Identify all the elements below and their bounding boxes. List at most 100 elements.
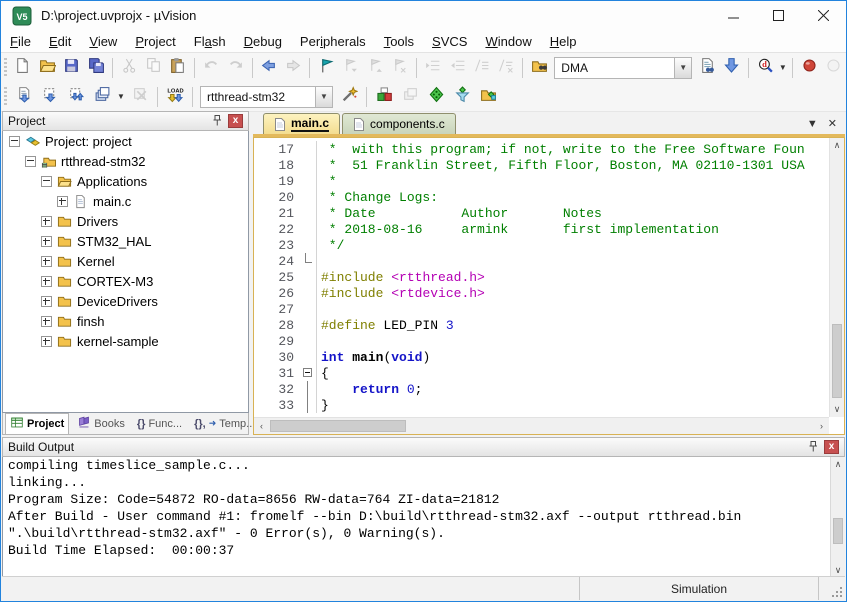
code-line-27[interactable]: 27 bbox=[254, 301, 829, 317]
menu-flash[interactable]: Flash bbox=[185, 32, 235, 51]
menu-window[interactable]: Window bbox=[476, 32, 540, 51]
manage-rte-button[interactable] bbox=[476, 85, 500, 109]
combo-dropdown-icon[interactable]: ▼ bbox=[674, 58, 691, 78]
manage-project-items-button[interactable] bbox=[372, 85, 396, 109]
expand-icon[interactable] bbox=[57, 196, 68, 207]
expand-icon[interactable] bbox=[41, 316, 52, 327]
panel-tab-temp[interactable]: {},➜Temp... bbox=[190, 416, 259, 432]
translate-button[interactable] bbox=[12, 85, 36, 109]
open-file-button[interactable] bbox=[36, 56, 58, 80]
tree-item-kernel-sample[interactable]: kernel-sample bbox=[3, 331, 248, 351]
navigate-back-button[interactable] bbox=[258, 56, 280, 80]
menu-edit[interactable]: Edit bbox=[40, 32, 80, 51]
combo-dropdown-icon[interactable]: ▼ bbox=[315, 87, 332, 107]
pin-icon[interactable] bbox=[209, 114, 225, 129]
find-in-files-button[interactable] bbox=[528, 56, 550, 80]
find-in-files-doc-button[interactable] bbox=[696, 56, 718, 80]
code-line-23[interactable]: 23 */ bbox=[254, 237, 829, 253]
menu-help[interactable]: Help bbox=[541, 32, 586, 51]
dropdown-caret-icon[interactable]: ▼ bbox=[115, 92, 127, 101]
target-combo[interactable]: rtthread-stm32▼ bbox=[200, 86, 333, 108]
code-line-31[interactable]: 31{ bbox=[254, 365, 829, 381]
close-panel-icon[interactable]: x bbox=[228, 114, 243, 128]
code-line-24[interactable]: 24 bbox=[254, 253, 829, 269]
expand-icon[interactable] bbox=[41, 296, 52, 307]
save-all-button[interactable] bbox=[85, 56, 107, 80]
menu-svcs[interactable]: SVCS bbox=[423, 32, 476, 51]
scroll-down-icon[interactable]: ∨ bbox=[830, 402, 844, 417]
tree-item-main-c[interactable]: main.c bbox=[3, 191, 248, 211]
expand-icon[interactable] bbox=[41, 256, 52, 267]
menu-tools[interactable]: Tools bbox=[375, 32, 423, 51]
code-line-29[interactable]: 29 bbox=[254, 333, 829, 349]
code-line-26[interactable]: 26#include <rtdevice.h> bbox=[254, 285, 829, 301]
scrollbar-thumb[interactable] bbox=[270, 420, 406, 432]
collapse-icon[interactable] bbox=[9, 136, 20, 147]
panel-tab-project[interactable]: Project bbox=[5, 413, 69, 434]
editor-tab-components-c[interactable]: components.c bbox=[342, 113, 456, 134]
editor-horizontal-scrollbar[interactable]: ‹ › bbox=[254, 417, 829, 434]
batch-build-button[interactable] bbox=[90, 85, 114, 109]
tree-item-drivers[interactable]: Drivers bbox=[3, 211, 248, 231]
tree-item-kernel[interactable]: Kernel bbox=[3, 251, 248, 271]
code-view[interactable]: 17 * with this program; if not, write to… bbox=[254, 138, 829, 417]
code-line-33[interactable]: 33} bbox=[254, 397, 829, 413]
select-software-packs-button[interactable] bbox=[450, 85, 474, 109]
tab-list-dropdown-icon[interactable]: ▼ bbox=[807, 118, 818, 130]
code-line-21[interactable]: 21 * Date Author Notes bbox=[254, 205, 829, 221]
menu-file[interactable]: File bbox=[1, 32, 40, 51]
scroll-left-icon[interactable]: ‹ bbox=[254, 418, 269, 434]
panel-tab-func[interactable]: {}Func... bbox=[133, 416, 186, 432]
expand-icon[interactable] bbox=[41, 216, 52, 227]
scroll-right-icon[interactable]: › bbox=[814, 418, 829, 434]
download-button[interactable]: LOAD bbox=[163, 85, 187, 109]
menu-project[interactable]: Project bbox=[126, 32, 184, 51]
tree-item-devicedrivers[interactable]: DeviceDrivers bbox=[3, 291, 248, 311]
scrollbar-thumb[interactable] bbox=[833, 518, 843, 544]
code-line-25[interactable]: 25#include <rtthread.h> bbox=[254, 269, 829, 285]
minimize-button[interactable] bbox=[711, 1, 756, 30]
collapse-icon[interactable] bbox=[41, 176, 52, 187]
expand-icon[interactable] bbox=[41, 336, 52, 347]
tree-item-cortex-m3[interactable]: CORTEX-M3 bbox=[3, 271, 248, 291]
search-combo[interactable]: DMA▼ bbox=[554, 57, 692, 79]
build-output-log[interactable]: compiling timeslice_sample.c...linking..… bbox=[2, 457, 845, 578]
pin-icon[interactable] bbox=[805, 440, 821, 455]
close-document-icon[interactable]: ✕ bbox=[828, 117, 837, 130]
paste-button[interactable] bbox=[167, 56, 189, 80]
incremental-find-button[interactable] bbox=[721, 56, 743, 80]
insert-bookmark-button[interactable] bbox=[315, 56, 337, 80]
pack-installer-button[interactable] bbox=[424, 85, 448, 109]
build-output-scrollbar[interactable]: ∧ ∨ bbox=[830, 457, 845, 578]
new-file-button[interactable] bbox=[12, 56, 34, 80]
expand-icon[interactable] bbox=[41, 276, 52, 287]
resize-grip[interactable] bbox=[818, 577, 845, 600]
scroll-up-icon[interactable]: ∧ bbox=[830, 138, 844, 153]
code-line-17[interactable]: 17 * with this program; if not, write to… bbox=[254, 141, 829, 157]
panel-tab-books[interactable]: Books bbox=[73, 414, 129, 434]
start-stop-debug-button[interactable]: d bbox=[754, 56, 776, 80]
scrollbar-thumb[interactable] bbox=[832, 324, 842, 398]
fold-open-marker[interactable] bbox=[301, 365, 317, 381]
save-button[interactable] bbox=[60, 56, 82, 80]
toggle-breakpoint-button[interactable] bbox=[798, 56, 820, 80]
editor-tab-main-c[interactable]: main.c bbox=[263, 113, 340, 134]
tree-item-project-project[interactable]: Project: project bbox=[3, 131, 248, 151]
dropdown-caret-icon[interactable]: ▼ bbox=[777, 63, 788, 72]
code-line-19[interactable]: 19 * bbox=[254, 173, 829, 189]
code-line-32[interactable]: 32 return 0; bbox=[254, 381, 829, 397]
collapse-icon[interactable] bbox=[25, 156, 36, 167]
toolbar-grip[interactable] bbox=[4, 58, 7, 78]
maximize-button[interactable] bbox=[756, 1, 801, 30]
scroll-up-icon[interactable]: ∧ bbox=[831, 457, 845, 472]
close-button[interactable] bbox=[801, 1, 846, 30]
tree-item-finsh[interactable]: finsh bbox=[3, 311, 248, 331]
build-button[interactable] bbox=[38, 85, 62, 109]
options-for-target-button[interactable] bbox=[337, 85, 361, 109]
close-panel-icon[interactable]: x bbox=[824, 440, 839, 454]
menu-debug[interactable]: Debug bbox=[235, 32, 291, 51]
tree-item-stm32-hal[interactable]: STM32_HAL bbox=[3, 231, 248, 251]
code-line-28[interactable]: 28#define LED_PIN 3 bbox=[254, 317, 829, 333]
code-line-22[interactable]: 22 * 2018-08-16 armink first implementat… bbox=[254, 221, 829, 237]
code-line-30[interactable]: 30int main(void) bbox=[254, 349, 829, 365]
